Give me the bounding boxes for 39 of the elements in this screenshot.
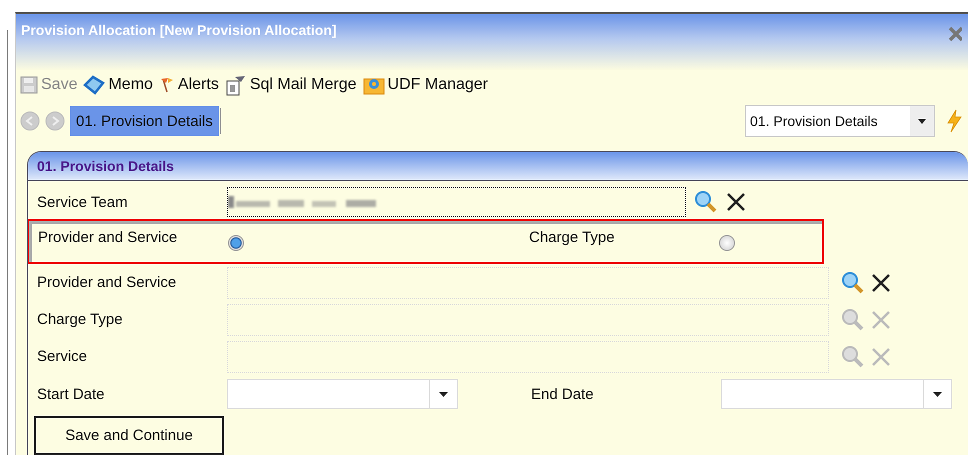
date-field[interactable]	[721, 379, 952, 409]
diamond-icon	[83, 75, 106, 95]
page-tab[interactable]: 01. Provision Details	[70, 106, 219, 136]
lightning-icon[interactable]	[946, 109, 962, 133]
toolbar-button[interactable]: UDF Manager	[362, 75, 488, 95]
field-label: Start Date	[36, 386, 106, 402]
flag-icon	[158, 76, 175, 94]
section-title: 01. Provision Details	[37, 158, 174, 174]
lookup-field[interactable]	[227, 266, 829, 298]
caret-icon	[439, 392, 448, 396]
field-label: Charge Type	[36, 311, 124, 328]
field-label: Provider and Service	[36, 274, 178, 291]
lookup-field[interactable]	[227, 304, 829, 336]
field-label: Service Team	[36, 194, 129, 210]
radio-button[interactable]	[228, 235, 244, 251]
page-dropdown[interactable]: 01. Provision Details	[745, 105, 935, 137]
caret-icon	[918, 118, 926, 124]
toolbar-button[interactable]: Alerts	[158, 76, 219, 94]
caret-icon	[933, 392, 942, 396]
toolbar-button[interactable]: Sql Mail Merge	[224, 74, 357, 96]
option-label: Charge Type	[529, 229, 616, 246]
forward-icon[interactable]	[45, 111, 65, 131]
radio-button[interactable]	[719, 235, 735, 251]
date-field[interactable]	[227, 379, 458, 409]
search-icon[interactable]	[841, 270, 865, 294]
save-and-continue-button[interactable]: Save and Continue	[34, 416, 224, 455]
field-label: End Date	[531, 386, 595, 402]
window-title: Provision Allocation [New Provision Allocation]	[21, 22, 338, 38]
option-label: Provider and Service	[37, 229, 178, 246]
document-icon	[224, 74, 247, 96]
field-label: Service	[36, 348, 88, 365]
lookup-field[interactable]	[227, 340, 829, 372]
clear-icon[interactable]	[871, 272, 891, 292]
back-icon[interactable]	[20, 111, 40, 131]
toolbar-button[interactable]: Memo	[83, 75, 153, 95]
clear-icon[interactable]	[726, 192, 746, 212]
search-icon[interactable]	[694, 190, 718, 214]
close-icon[interactable]	[948, 26, 962, 42]
service-team-field[interactable]	[227, 187, 686, 217]
